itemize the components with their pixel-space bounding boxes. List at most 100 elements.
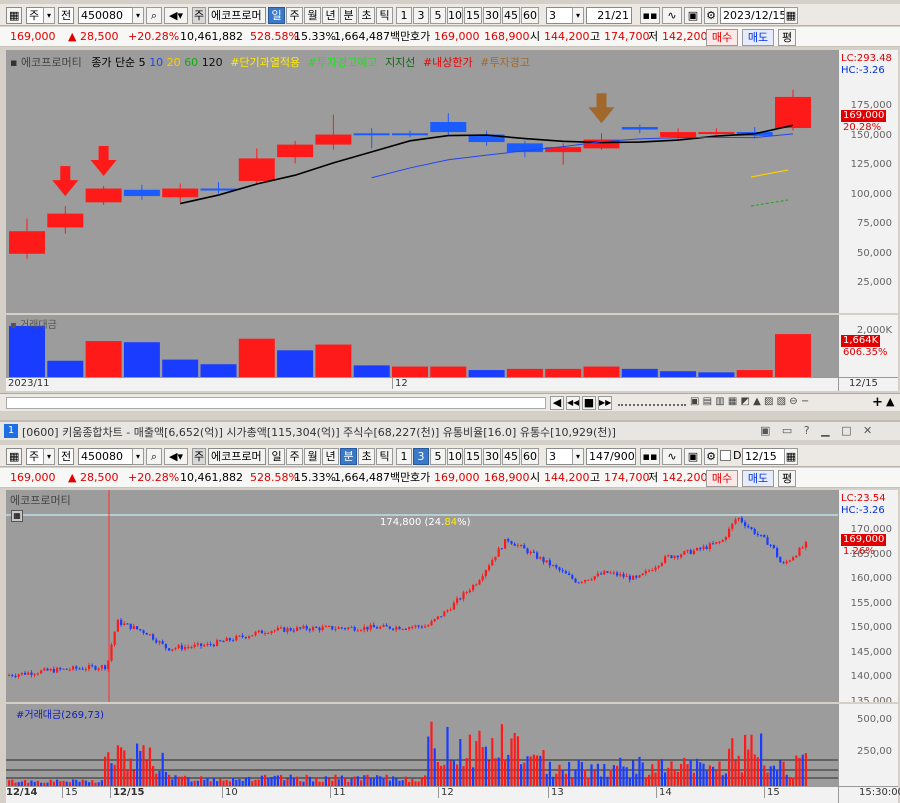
compare-icon[interactable]: ▪▪ bbox=[640, 7, 660, 24]
interval-tab-7[interactable]: 60 bbox=[521, 7, 539, 24]
search-icon[interactable]: ⌕ bbox=[146, 7, 162, 24]
evaluate-button[interactable]: 평 bbox=[778, 29, 796, 46]
code-dropdown-icon-2[interactable]: ▾ bbox=[132, 448, 144, 465]
interval-tab-5[interactable]: 30 bbox=[483, 7, 501, 24]
price-axis-bottom[interactable]: LC:23.54 HC:-3.26 170,000 165,000 160,000 1… bbox=[838, 490, 898, 702]
period-tab-2-2[interactable]: 월 bbox=[304, 448, 321, 465]
interval-tab-3[interactable]: 10 bbox=[447, 7, 463, 24]
trading-value-chart[interactable]: ▪ 거래대금 bbox=[6, 315, 838, 377]
period-tab-5[interactable]: 초 bbox=[358, 7, 375, 24]
count-select-2[interactable]: 3 bbox=[546, 448, 574, 465]
grid-toggle-icon[interactable]: ▦ bbox=[11, 510, 23, 522]
save-icon[interactable]: ▣ bbox=[684, 7, 702, 24]
zoom-slider[interactable] bbox=[618, 400, 686, 406]
market-select-2[interactable]: 주 bbox=[26, 448, 44, 465]
scroll-last-button[interactable]: ▶▶ bbox=[598, 396, 612, 410]
window-controls[interactable]: ▣ ▭ ? ▁ □ ✕ bbox=[760, 424, 876, 437]
count-dropdown-icon[interactable]: ▾ bbox=[572, 7, 584, 24]
period-tab-0[interactable]: 일 bbox=[268, 7, 285, 24]
interval-tab-2-4[interactable]: 15 bbox=[464, 448, 482, 465]
market-select[interactable]: 주 bbox=[26, 7, 44, 24]
price-axis-top[interactable]: LC:293.48 HC:-3.26 175,000 150,000 125,000… bbox=[838, 50, 898, 313]
period-tab-2[interactable]: 월 bbox=[304, 7, 321, 24]
period-tab-2-4[interactable]: 분 bbox=[340, 448, 357, 465]
period-tab-2-3[interactable]: 년 bbox=[322, 448, 339, 465]
chart-settings-icon-2[interactable]: ▦ bbox=[6, 448, 22, 465]
x-label-last: 12/15 bbox=[849, 378, 878, 389]
interval-tab-6[interactable]: 45 bbox=[502, 7, 520, 24]
interval-tab-2-2[interactable]: 5 bbox=[430, 448, 446, 465]
scroll-track[interactable] bbox=[6, 397, 546, 409]
interval-tab-2-7[interactable]: 60 bbox=[521, 448, 539, 465]
chart-settings-icon[interactable]: ▦ bbox=[6, 7, 22, 24]
date-field[interactable]: 2023/12/15 bbox=[720, 7, 786, 24]
code-dropdown-icon[interactable]: ▾ bbox=[132, 7, 144, 24]
minute-volume-bar bbox=[625, 767, 628, 786]
buy-button[interactable]: 매수 bbox=[706, 29, 738, 46]
minute-candle-body bbox=[344, 628, 347, 630]
stop-button[interactable]: ■ bbox=[582, 396, 596, 410]
period-tab-6[interactable]: 틱 bbox=[376, 7, 393, 24]
scroll-prev-button[interactable]: ◀ bbox=[550, 396, 564, 410]
line-chart-icon[interactable]: ∿ bbox=[662, 7, 682, 24]
high-label-2: 고 bbox=[590, 471, 601, 484]
minute-trading-value-chart[interactable]: #거래대금(269,73) bbox=[6, 704, 838, 786]
speaker-icon-2[interactable]: ◀▾ bbox=[164, 448, 188, 465]
daily-price-chart[interactable]: ▪ 에코프로머티 종가 단순 5 10 20 60 120 #단기과열적용 #투… bbox=[6, 50, 838, 313]
scroll-up-icon[interactable]: ▲ bbox=[886, 395, 894, 408]
date-checkbox[interactable] bbox=[720, 450, 731, 461]
current-pct-tag-2: 1.26% bbox=[843, 546, 875, 557]
zoom-in-icon[interactable]: + bbox=[872, 395, 883, 410]
sell-button[interactable]: 매도 bbox=[742, 29, 774, 46]
date-field-2[interactable]: 12/15 bbox=[742, 448, 786, 465]
interval-tab-2-0[interactable]: 1 bbox=[396, 448, 412, 465]
period-tab-2-5[interactable]: 초 bbox=[358, 448, 375, 465]
market-all-select-2[interactable]: 전 bbox=[58, 448, 74, 465]
volume-ratio-2: 528.58% bbox=[250, 471, 299, 484]
stock-code-input[interactable]: 450080 bbox=[78, 7, 134, 24]
interval-tab-2-1[interactable]: 3 bbox=[413, 448, 429, 465]
minute-candle-body bbox=[49, 669, 52, 671]
interval-tab-4[interactable]: 15 bbox=[464, 7, 482, 24]
market-all-select[interactable]: 전 bbox=[58, 7, 74, 24]
period-tab-4[interactable]: 분 bbox=[340, 7, 357, 24]
market-dropdown-icon-2[interactable]: ▾ bbox=[43, 448, 55, 465]
calendar-icon-2[interactable]: ▦ bbox=[784, 448, 798, 465]
volume-menu-icon[interactable]: ▪ bbox=[10, 320, 17, 331]
interval-tab-1[interactable]: 3 bbox=[413, 7, 429, 24]
evaluate-button-2[interactable]: 평 bbox=[778, 470, 796, 487]
calendar-icon[interactable]: ▦ bbox=[784, 7, 798, 24]
chart-tool-icons[interactable]: ▣ ▤ ▥ ▦ ◩ ▲ ▨ ▧ ⊖ − bbox=[690, 396, 809, 407]
minute-volume-bar bbox=[273, 775, 276, 786]
interval-tab-2[interactable]: 5 bbox=[430, 7, 446, 24]
gear-icon-2[interactable]: ⚙ bbox=[704, 448, 718, 465]
minute-price-chart[interactable]: 에코프로머티 ▦ 174,800 (24.84%) bbox=[6, 490, 838, 702]
sell-button-2[interactable]: 매도 bbox=[742, 470, 774, 487]
interval-tab-2-6[interactable]: 45 bbox=[502, 448, 520, 465]
interval-tab-2-5[interactable]: 30 bbox=[483, 448, 501, 465]
minute-candle-body bbox=[750, 527, 753, 529]
period-tab-2-6[interactable]: 틱 bbox=[376, 448, 393, 465]
interval-tab-2-3[interactable]: 10 bbox=[447, 448, 463, 465]
period-tab-2-1[interactable]: 주 bbox=[286, 448, 303, 465]
count-dropdown-icon-2[interactable]: ▾ bbox=[572, 448, 584, 465]
scroll-first-button[interactable]: ◀◀ bbox=[566, 396, 580, 410]
search-icon-2[interactable]: ⌕ bbox=[146, 448, 162, 465]
save-icon-2[interactable]: ▣ bbox=[684, 448, 702, 465]
stock-code-input-2[interactable]: 450080 bbox=[78, 448, 134, 465]
line-chart-icon-2[interactable]: ∿ bbox=[662, 448, 682, 465]
speaker-icon[interactable]: ◀▾ bbox=[164, 7, 188, 24]
period-tab-2-0[interactable]: 일 bbox=[268, 448, 285, 465]
compare-icon-2[interactable]: ▪▪ bbox=[640, 448, 660, 465]
window-number[interactable]: 1 bbox=[4, 424, 18, 438]
period-tab-1[interactable]: 주 bbox=[286, 7, 303, 24]
gear-icon[interactable]: ⚙ bbox=[704, 7, 718, 24]
interval-tab-0[interactable]: 1 bbox=[396, 7, 412, 24]
minute-candle-body bbox=[478, 580, 481, 585]
market-dropdown-icon[interactable]: ▾ bbox=[43, 7, 55, 24]
count-select[interactable]: 3 bbox=[546, 7, 574, 24]
chart-menu-icon[interactable]: ▪ bbox=[10, 56, 17, 69]
minute-volume-bar bbox=[478, 730, 481, 786]
period-tab-3[interactable]: 년 bbox=[322, 7, 339, 24]
buy-button-2[interactable]: 매수 bbox=[706, 470, 738, 487]
